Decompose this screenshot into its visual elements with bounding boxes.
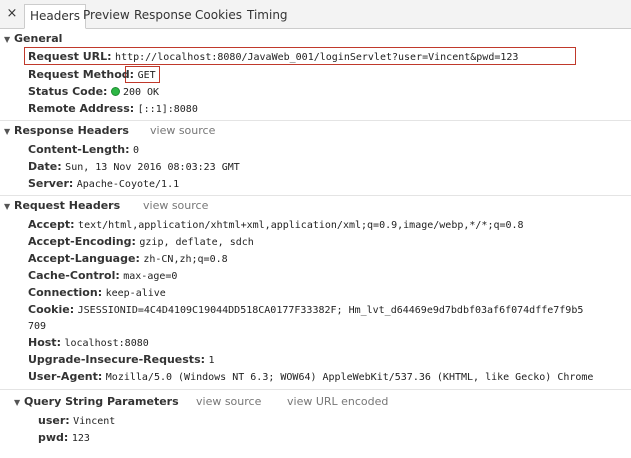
response-header-row: Date: Sun, 13 Nov 2016 08:03:23 GMT bbox=[28, 159, 240, 174]
header-value: text/html,application/xhtml+xml,applicat… bbox=[78, 220, 524, 231]
header-value: JSESSIONID=4C4D4109C19044DD518CA0177F333… bbox=[77, 305, 584, 316]
header-key: Accept: bbox=[28, 218, 75, 231]
tab-headers[interactable]: Headers bbox=[24, 4, 86, 29]
request-view-source-link[interactable]: view source bbox=[143, 199, 208, 212]
header-value: zh-CN,zh;q=0.8 bbox=[143, 254, 228, 265]
request-header-row: Accept-Encoding: gzip, deflate, sdch bbox=[28, 234, 254, 249]
header-value: 709 bbox=[28, 321, 47, 332]
response-headers-title: Response Headers bbox=[14, 124, 129, 137]
expand-triangle-icon: ▼ bbox=[4, 202, 11, 211]
status-ok-icon bbox=[110, 87, 120, 96]
section-divider bbox=[0, 195, 631, 196]
remote-address-row: Remote Address: [::1]:8080 bbox=[28, 101, 198, 116]
header-key: Accept-Encoding: bbox=[28, 235, 136, 248]
param-value: Vincent bbox=[73, 416, 116, 427]
request-headers-title: Request Headers bbox=[14, 199, 121, 212]
param-key: pwd: bbox=[38, 431, 69, 444]
request-header-row: Cookie: JSESSIONID=4C4D4109C19044DD518CA… bbox=[28, 302, 631, 317]
header-value: gzip, deflate, sdch bbox=[139, 237, 254, 248]
status-code-key: Status Code: bbox=[28, 85, 108, 98]
header-key: Accept-Language: bbox=[28, 252, 140, 265]
request-header-row: Upgrade-Insecure-Requests: 1 bbox=[28, 352, 215, 367]
request-header-row: Accept: text/html,application/xhtml+xml,… bbox=[28, 217, 524, 232]
request-headers-section-header[interactable]: ▼ Request Headers bbox=[4, 199, 120, 213]
general-section-header[interactable]: ▼ General bbox=[4, 32, 62, 46]
query-param-row: pwd: 123 bbox=[38, 430, 90, 445]
request-method-value: GET bbox=[137, 70, 156, 81]
query-params-title: Query String Parameters bbox=[24, 395, 179, 408]
header-value: 0 bbox=[133, 145, 140, 156]
tab-timing[interactable]: Timing bbox=[242, 4, 293, 29]
tab-response[interactable]: Response bbox=[129, 4, 197, 29]
request-header-row: User-Agent: Mozilla/5.0 (Windows NT 6.3;… bbox=[28, 369, 631, 384]
remote-address-value: [::1]:8080 bbox=[137, 104, 198, 115]
header-key: Connection: bbox=[28, 286, 103, 299]
request-method-key: Request Method: bbox=[28, 68, 135, 81]
request-header-row: Connection: keep-alive bbox=[28, 285, 166, 300]
header-value: Apache-Coyote/1.1 bbox=[76, 179, 180, 190]
header-value: Sun, 13 Nov 2016 08:03:23 GMT bbox=[65, 162, 240, 173]
query-view-source-link[interactable]: view source bbox=[196, 395, 261, 408]
header-key: Cookie: bbox=[28, 303, 75, 316]
param-value: 123 bbox=[71, 433, 90, 444]
query-view-url-encoded-link[interactable]: view URL encoded bbox=[287, 395, 388, 408]
param-key: user: bbox=[38, 414, 70, 427]
header-key: Cache-Control: bbox=[28, 269, 120, 282]
response-header-row: Content-Length: 0 bbox=[28, 142, 139, 157]
header-value: keep-alive bbox=[105, 288, 166, 299]
request-method-row: Request Method: GET bbox=[28, 67, 156, 82]
response-headers-section-header[interactable]: ▼ Response Headers bbox=[4, 124, 129, 138]
request-header-row: Accept-Language: zh-CN,zh;q=0.8 bbox=[28, 251, 228, 266]
response-view-source-link[interactable]: view source bbox=[150, 124, 215, 137]
header-key: Date: bbox=[28, 160, 62, 173]
expand-triangle-icon: ▼ bbox=[4, 127, 11, 136]
request-url-value: http://localhost:8080/JavaWeb_001/loginS… bbox=[115, 52, 519, 63]
status-code-value: 200 OK bbox=[122, 87, 160, 98]
general-title: General bbox=[14, 32, 63, 45]
tab-cookies[interactable]: Cookies bbox=[190, 4, 247, 29]
close-icon[interactable]: × bbox=[3, 5, 21, 23]
expand-triangle-icon: ▼ bbox=[14, 398, 21, 407]
header-key: Content-Length: bbox=[28, 143, 130, 156]
header-key: Server: bbox=[28, 177, 74, 190]
section-divider bbox=[0, 389, 631, 390]
request-url-row: Request URL: http://localhost:8080/JavaW… bbox=[28, 49, 518, 64]
header-key: User-Agent: bbox=[28, 370, 103, 383]
tab-preview[interactable]: Preview bbox=[78, 4, 135, 29]
header-value: localhost:8080 bbox=[64, 338, 149, 349]
request-url-key: Request URL: bbox=[28, 50, 112, 63]
header-key: Upgrade-Insecure-Requests: bbox=[28, 353, 206, 366]
devtools-tab-bar: × Headers Preview Response Cookies Timin… bbox=[0, 0, 631, 29]
remote-address-key: Remote Address: bbox=[28, 102, 135, 115]
expand-triangle-icon: ▼ bbox=[4, 35, 11, 44]
header-value: 1 bbox=[208, 355, 215, 366]
header-key: Host: bbox=[28, 336, 61, 349]
cookie-continuation: 709 bbox=[28, 318, 46, 333]
response-header-row: Server: Apache-Coyote/1.1 bbox=[28, 176, 179, 191]
request-header-row: Host: localhost:8080 bbox=[28, 335, 149, 350]
section-divider bbox=[0, 120, 631, 121]
query-param-row: user: Vincent bbox=[38, 413, 115, 428]
request-header-row: Cache-Control: max-age=0 bbox=[28, 268, 177, 283]
header-value: Mozilla/5.0 (Windows NT 6.3; WOW64) Appl… bbox=[105, 372, 594, 383]
header-value: max-age=0 bbox=[123, 271, 178, 282]
query-params-section-header[interactable]: ▼ Query String Parameters bbox=[14, 395, 179, 409]
status-code-row: Status Code: 200 OK bbox=[28, 84, 159, 99]
